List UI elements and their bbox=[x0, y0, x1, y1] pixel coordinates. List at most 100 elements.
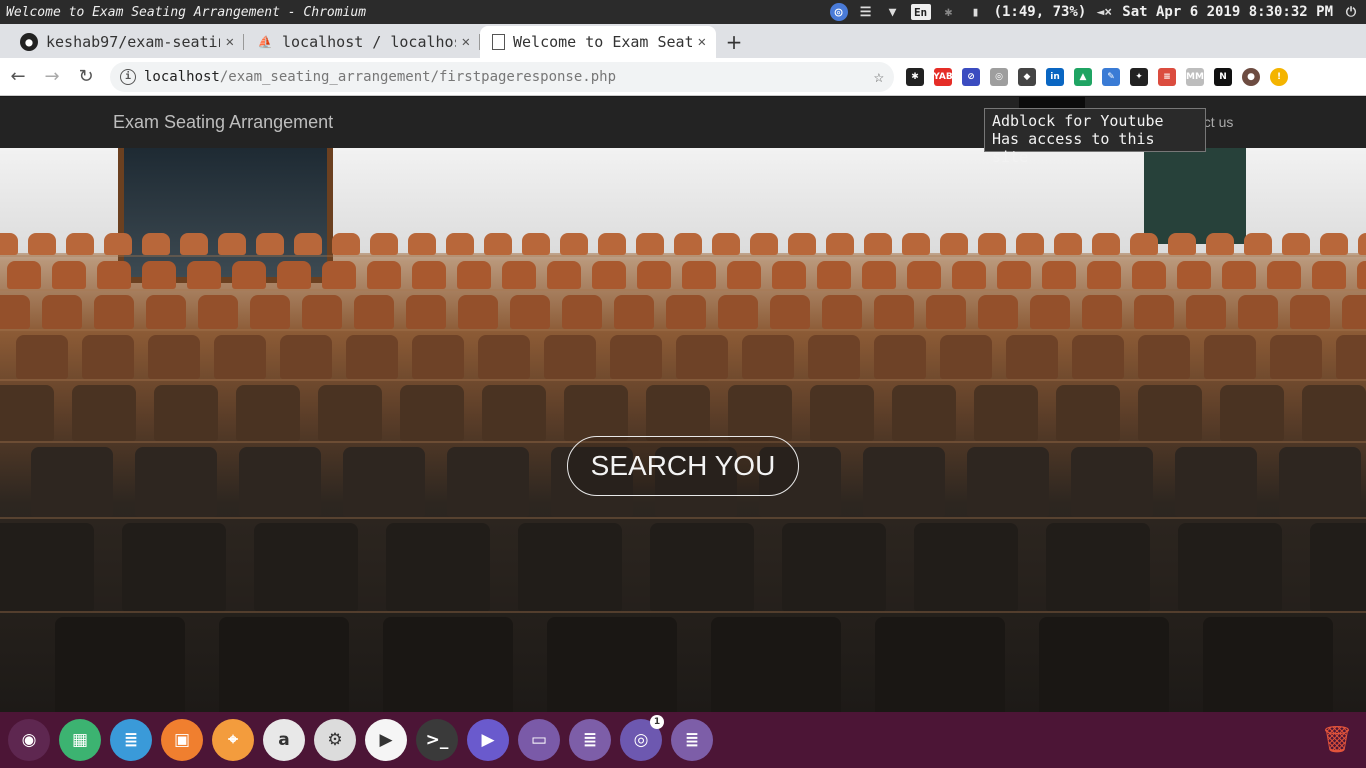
seat bbox=[146, 295, 186, 329]
dock-icon-glyph: ≣ bbox=[123, 730, 139, 750]
power-icon[interactable]: ⏻ bbox=[1342, 3, 1360, 21]
seat bbox=[728, 385, 792, 441]
tab-label: localhost / localhost bbox=[282, 33, 456, 51]
seat bbox=[863, 447, 945, 517]
new-tab-button[interactable]: + bbox=[716, 26, 752, 58]
seat bbox=[1134, 295, 1174, 329]
spreadsheet-icon[interactable]: ▦ bbox=[59, 719, 101, 761]
battery-icon[interactable]: ▮ bbox=[967, 3, 985, 21]
seat bbox=[1222, 261, 1256, 289]
pen-icon[interactable]: ✎ bbox=[1102, 67, 1120, 86]
seat bbox=[862, 261, 896, 289]
seat bbox=[940, 335, 992, 379]
ext-bulb-icon[interactable]: ◆ bbox=[1018, 67, 1036, 86]
ext-gray-icon[interactable]: ◎ bbox=[990, 67, 1008, 86]
system-tray: ◎ ☰ ▼ En ✱ ▮ (1:49, 73%) ◄× Sat Apr 6 20… bbox=[829, 3, 1366, 21]
seat bbox=[711, 617, 841, 712]
seat bbox=[1220, 385, 1284, 441]
dock-icon-glyph: ⚙ bbox=[327, 730, 343, 750]
media-player-icon[interactable]: ▶ bbox=[365, 719, 407, 761]
site-info-icon[interactable]: i bbox=[120, 68, 136, 85]
seat bbox=[1006, 335, 1058, 379]
seat bbox=[457, 261, 491, 289]
tab-phpmyadmin[interactable]: ⛵ localhost / localhost ✕ bbox=[244, 26, 480, 58]
seat bbox=[788, 233, 816, 255]
back-button[interactable]: ← bbox=[2, 61, 34, 93]
warning-icon[interactable]: ! bbox=[1270, 67, 1288, 86]
ext-icon-1[interactable]: ✱ bbox=[906, 67, 924, 86]
trash-icon[interactable]: 🗑 bbox=[1321, 722, 1354, 758]
close-icon[interactable]: ✕ bbox=[698, 34, 706, 50]
seat bbox=[219, 617, 349, 712]
text-editor-2-icon[interactable]: ≣ bbox=[671, 719, 713, 761]
extension-tooltip: Adblock for Youtube Has access to this s… bbox=[984, 108, 1206, 166]
terminal-icon[interactable]: >_ bbox=[416, 719, 458, 761]
tooltip-line: Has access to this site bbox=[992, 130, 1155, 166]
seat bbox=[198, 295, 238, 329]
seat bbox=[727, 261, 761, 289]
forward-button[interactable]: → bbox=[36, 61, 68, 93]
amazon-icon[interactable]: a bbox=[263, 719, 305, 761]
seat bbox=[1302, 385, 1366, 441]
ext-yab-icon[interactable]: YAB bbox=[933, 67, 953, 86]
ext-block-icon[interactable]: ⊘ bbox=[962, 67, 980, 86]
seat bbox=[518, 523, 622, 611]
files-icon[interactable]: ▭ bbox=[518, 719, 560, 761]
wifi-icon[interactable]: ▼ bbox=[884, 3, 902, 21]
seat bbox=[967, 447, 1049, 517]
dock-icon-glyph: a bbox=[278, 730, 290, 750]
keyboard-layout-indicator[interactable]: En bbox=[910, 4, 931, 20]
document-icon bbox=[492, 34, 505, 50]
seat bbox=[55, 617, 185, 712]
seat bbox=[1072, 335, 1124, 379]
seat bbox=[484, 233, 512, 255]
seat bbox=[864, 233, 892, 255]
text-editor-icon[interactable]: ≣ bbox=[569, 719, 611, 761]
reload-button[interactable]: ↻ bbox=[70, 61, 102, 93]
seat bbox=[544, 335, 596, 379]
hero-carousel-image: SEARCH YOU bbox=[0, 148, 1366, 712]
ubuntu-logo-icon[interactable]: ◉ bbox=[8, 719, 50, 761]
video-player-icon[interactable]: ▶ bbox=[467, 719, 509, 761]
seat bbox=[712, 233, 740, 255]
floor-step bbox=[0, 289, 1366, 291]
document-writer-icon[interactable]: ≣ bbox=[110, 719, 152, 761]
site-brand[interactable]: Exam Seating Arrangement bbox=[113, 112, 333, 133]
volume-muted-icon[interactable]: ◄× bbox=[1095, 3, 1113, 21]
seat bbox=[510, 295, 550, 329]
list-tray-icon[interactable]: ☰ bbox=[857, 3, 875, 21]
tab-exam-seating[interactable]: Welcome to Exam Seating ✕ bbox=[480, 26, 716, 58]
image-viewer-icon[interactable]: ▣ bbox=[161, 719, 203, 761]
toggle-settings-icon[interactable]: ⚙ bbox=[314, 719, 356, 761]
seat bbox=[997, 261, 1031, 289]
seat bbox=[7, 261, 41, 289]
seat bbox=[254, 523, 358, 611]
address-bar[interactable]: i localhost/exam_seating_arrangement/fir… bbox=[110, 61, 894, 92]
clock[interactable]: Sat Apr 6 2019 8:30:32 PM bbox=[1122, 4, 1333, 20]
linkedin-icon[interactable]: in bbox=[1046, 67, 1064, 86]
profile-avatar-icon[interactable]: ● bbox=[1242, 67, 1260, 86]
close-icon[interactable]: ✕ bbox=[462, 34, 470, 50]
bluetooth-icon[interactable]: ✱ bbox=[940, 3, 958, 21]
seat bbox=[458, 295, 498, 329]
bookmark-star-icon[interactable]: ☆ bbox=[874, 67, 884, 87]
seat bbox=[650, 523, 754, 611]
drive-icon[interactable]: ▲ bbox=[1074, 67, 1092, 86]
seat bbox=[610, 335, 662, 379]
battery-status[interactable]: (1:49, 73%) bbox=[994, 4, 1087, 20]
chromium-icon[interactable]: ◎ 1 bbox=[620, 715, 664, 761]
seat bbox=[1175, 447, 1257, 517]
ext-dark-icon[interactable]: N bbox=[1214, 67, 1232, 86]
ext-mmra-icon[interactable]: MM bbox=[1186, 67, 1204, 86]
notification-badge: 1 bbox=[650, 715, 664, 729]
dock-icon-glyph: ▦ bbox=[71, 730, 89, 750]
seat bbox=[782, 523, 886, 611]
screenshot-icon[interactable]: ⌖ bbox=[212, 719, 254, 761]
search-you-button[interactable]: SEARCH YOU bbox=[567, 436, 799, 496]
seat bbox=[332, 233, 360, 255]
chrome-tray-icon[interactable]: ◎ bbox=[829, 3, 848, 21]
tab-github[interactable]: ● keshab97/exam-seating ✕ bbox=[8, 26, 244, 58]
todoist-icon[interactable]: ≡ bbox=[1158, 67, 1176, 86]
close-icon[interactable]: ✕ bbox=[226, 34, 234, 50]
ext-bird-icon[interactable]: ✦ bbox=[1130, 67, 1148, 86]
